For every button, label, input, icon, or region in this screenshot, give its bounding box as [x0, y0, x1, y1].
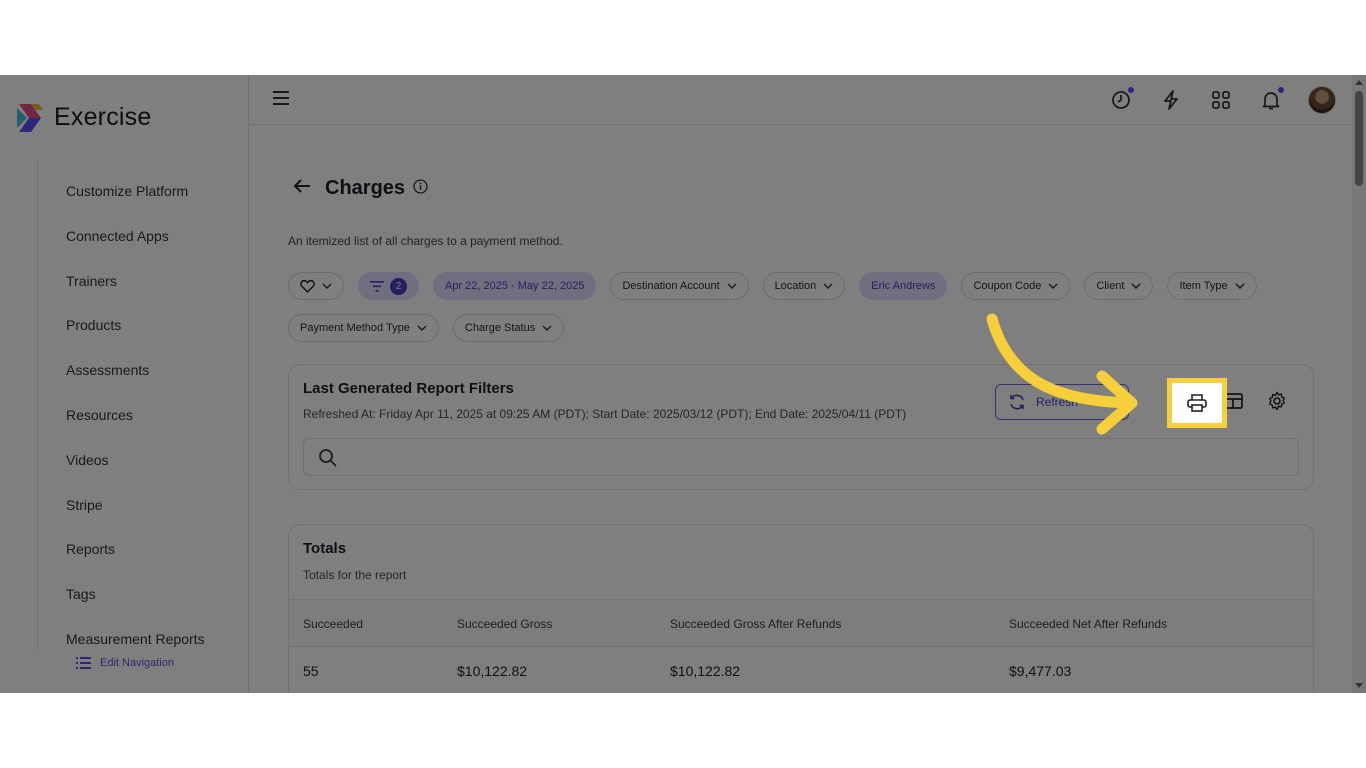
sidebar-item-reports[interactable]: Reports: [66, 538, 205, 583]
table-header: Succeeded Succeeded Gross Succeeded Gros…: [289, 599, 1313, 647]
edit-navigation-label: Edit Navigation: [100, 657, 174, 669]
filter-count-badge: 2: [390, 277, 407, 295]
table-cell: $10,122.82: [457, 663, 528, 679]
notification-dot: [1278, 87, 1284, 93]
coupon-code-filter[interactable]: Coupon Code: [961, 272, 1071, 300]
chevron-down-icon: [542, 325, 552, 331]
notification-dot: [1128, 87, 1134, 93]
refreshed-info: Refreshed At: Friday Apr 11, 2025 at 09:…: [303, 407, 907, 421]
client-filter[interactable]: Client: [1084, 272, 1154, 300]
info-icon[interactable]: [413, 178, 428, 199]
column-header: Succeeded Gross: [457, 617, 553, 631]
payment-method-type-filter[interactable]: Payment Method Type: [288, 314, 439, 342]
sidebar: Exercise Customize Platform Connected Ap…: [0, 75, 249, 693]
payment-method-type-label: Payment Method Type: [300, 322, 410, 334]
nav-divider: [37, 160, 38, 650]
report-card-title: Last Generated Report Filters: [303, 380, 514, 397]
totals-subtitle: Totals for the report: [303, 568, 407, 582]
report-search-input[interactable]: [303, 438, 1299, 476]
tutorial-arrow-icon: [986, 313, 1138, 435]
date-range-label: Apr 22, 2025 - May 22, 2025: [445, 280, 585, 292]
totals-card: Totals Totals for the report Succeeded S…: [288, 524, 1314, 693]
trainer-label: Eric Andrews: [871, 280, 936, 292]
back-arrow-icon[interactable]: [293, 178, 311, 199]
client-label: Client: [1096, 280, 1125, 292]
chevron-down-icon: [1048, 283, 1058, 289]
sidebar-item-products[interactable]: Products: [66, 314, 205, 359]
list-icon: [76, 657, 91, 669]
sidebar-item-stripe[interactable]: Stripe: [66, 494, 205, 539]
trainer-filter[interactable]: Eric Andrews: [859, 272, 948, 300]
sidebar-item-customize-platform[interactable]: Customize Platform: [66, 180, 205, 225]
sidebar-item-connected-apps[interactable]: Connected Apps: [66, 225, 205, 270]
print-button-highlight[interactable]: [1167, 378, 1227, 428]
location-filter[interactable]: Location: [762, 272, 846, 300]
filter-toggle-button[interactable]: 2: [358, 272, 419, 300]
bell-icon[interactable]: [1246, 85, 1296, 115]
destination-account-label: Destination Account: [622, 280, 720, 292]
sidebar-item-videos[interactable]: Videos: [66, 449, 205, 494]
date-range-filter[interactable]: Apr 22, 2025 - May 22, 2025: [433, 272, 597, 300]
page-title: Charges: [325, 177, 406, 199]
column-header: Succeeded: [303, 617, 364, 631]
logo-icon: [17, 103, 44, 132]
table-cell: $10,122.82: [670, 663, 741, 679]
topbar: [249, 75, 1352, 125]
report-filters-card: Last Generated Report Filters Refreshed …: [288, 364, 1314, 490]
totals-title: Totals: [303, 540, 347, 557]
menu-icon[interactable]: [273, 90, 291, 111]
page-header: Charges: [293, 177, 428, 200]
item-type-label: Item Type: [1179, 280, 1228, 292]
app-logo[interactable]: Exercise: [17, 103, 151, 132]
column-header: Succeeded Gross After Refunds: [670, 617, 842, 631]
bolt-icon[interactable]: [1146, 85, 1196, 115]
apps-grid-icon[interactable]: [1196, 85, 1246, 115]
charge-status-label: Charge Status: [464, 322, 536, 334]
heart-icon: [300, 279, 315, 293]
scroll-up-arrow[interactable]: [1355, 80, 1363, 85]
filter-icon: [370, 280, 384, 292]
chevron-down-icon: [1235, 283, 1245, 289]
topbar-actions: [1096, 85, 1336, 115]
scroll-thumb[interactable]: [1355, 91, 1363, 186]
chevron-down-icon: [417, 325, 427, 331]
chevron-down-icon: [1131, 283, 1141, 289]
settings-gear-icon[interactable]: [1255, 379, 1299, 423]
item-type-filter[interactable]: Item Type: [1167, 272, 1257, 300]
filter-bar: 2 Apr 22, 2025 - May 22, 2025 Destinatio…: [288, 272, 1318, 356]
sidebar-item-assessments[interactable]: Assessments: [66, 359, 205, 404]
chevron-down-icon: [823, 283, 833, 289]
charge-status-filter[interactable]: Charge Status: [452, 314, 565, 342]
history-icon[interactable]: [1096, 85, 1146, 115]
scrollbar[interactable]: [1352, 75, 1366, 693]
destination-account-filter[interactable]: Destination Account: [610, 272, 749, 300]
chevron-down-icon: [727, 283, 737, 289]
coupon-code-label: Coupon Code: [973, 280, 1042, 292]
sidebar-nav: Customize Platform Connected Apps Traine…: [66, 180, 205, 673]
chevron-down-icon: [322, 283, 332, 289]
app-name: Exercise: [54, 103, 152, 131]
printer-icon: [1187, 394, 1207, 412]
edit-navigation-link[interactable]: Edit Navigation: [76, 657, 174, 669]
table-cell: 55: [303, 663, 319, 679]
sidebar-item-resources[interactable]: Resources: [66, 404, 205, 449]
location-label: Location: [774, 280, 817, 292]
favorites-dropdown[interactable]: [288, 272, 344, 300]
table-cell: $9,477.03: [1009, 663, 1072, 679]
column-header: Succeeded Net After Refunds: [1009, 617, 1168, 631]
scroll-down-arrow[interactable]: [1355, 683, 1363, 688]
sidebar-item-tags[interactable]: Tags: [66, 583, 205, 628]
app-window: Exercise Customize Platform Connected Ap…: [0, 75, 1366, 693]
avatar[interactable]: [1308, 86, 1336, 114]
sidebar-item-trainers[interactable]: Trainers: [66, 270, 205, 315]
search-icon: [319, 449, 337, 467]
page-subtitle: An itemized list of all charges to a pay…: [288, 234, 563, 248]
